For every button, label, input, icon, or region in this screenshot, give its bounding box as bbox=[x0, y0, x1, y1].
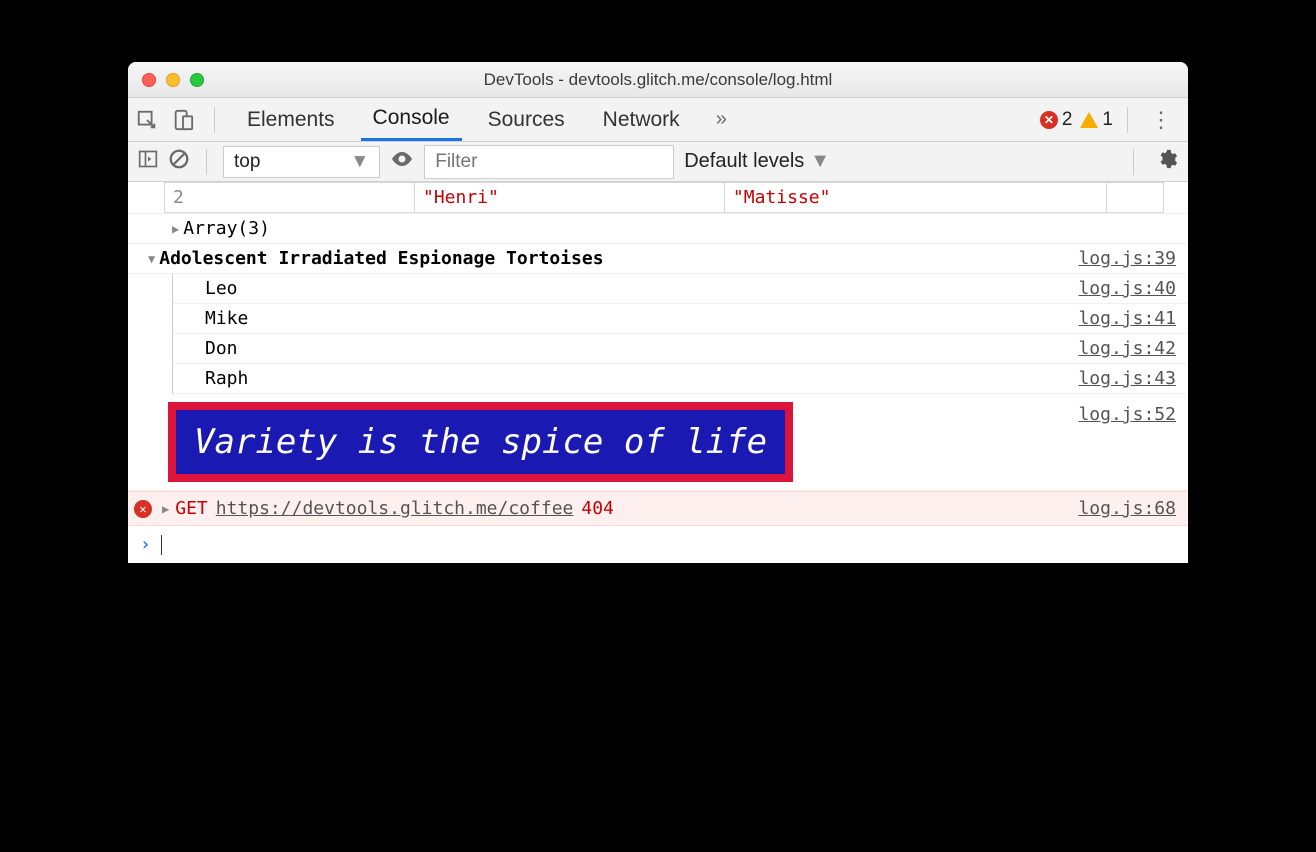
expand-arrow-icon[interactable] bbox=[172, 222, 179, 236]
console-toolbar: top ▼ Default levels ▼ bbox=[128, 142, 1188, 182]
log-text: Mike bbox=[205, 308, 248, 329]
log-entry[interactable]: Leo log.js:40 bbox=[173, 274, 1188, 304]
array-label: Array(3) bbox=[183, 218, 270, 239]
log-entry[interactable]: Raph log.js:43 bbox=[173, 364, 1188, 394]
expand-arrow-icon[interactable]: ▶ bbox=[162, 502, 169, 516]
http-method: GET bbox=[175, 498, 208, 519]
error-log-entry[interactable]: ✕ ▶ GET https://devtools.glitch.me/coffe… bbox=[128, 491, 1188, 526]
warning-count-badge[interactable]: 1 bbox=[1080, 109, 1113, 131]
http-status: 404 bbox=[581, 498, 614, 519]
context-select[interactable]: top ▼ bbox=[223, 146, 380, 178]
filter-input[interactable] bbox=[424, 145, 674, 179]
levels-label: Default levels bbox=[684, 150, 804, 173]
console-prompt[interactable]: › bbox=[128, 526, 1188, 563]
source-link[interactable]: log.js:40 bbox=[1078, 278, 1176, 299]
console-group[interactable]: Adolescent Irradiated Espionage Tortoise… bbox=[128, 244, 1188, 274]
more-tabs-icon[interactable]: » bbox=[706, 108, 737, 131]
divider bbox=[1127, 107, 1128, 133]
table-cell bbox=[1107, 183, 1164, 213]
source-link[interactable]: log.js:39 bbox=[1078, 248, 1176, 269]
inspect-icon[interactable] bbox=[136, 109, 158, 131]
group-title: Adolescent Irradiated Espionage Tortoise… bbox=[159, 248, 603, 269]
log-text: Raph bbox=[205, 368, 248, 389]
error-count: 2 bbox=[1062, 109, 1073, 131]
context-value: top bbox=[234, 151, 260, 173]
array-log[interactable]: Array(3) bbox=[128, 214, 1188, 244]
titlebar: DevTools - devtools.glitch.me/console/lo… bbox=[128, 62, 1188, 98]
divider bbox=[214, 107, 215, 133]
source-link[interactable]: log.js:42 bbox=[1078, 338, 1176, 359]
chevron-down-icon: ▼ bbox=[810, 150, 830, 173]
log-entry[interactable]: Mike log.js:41 bbox=[173, 304, 1188, 334]
tab-elements[interactable]: Elements bbox=[235, 100, 347, 140]
clear-console-icon[interactable] bbox=[168, 148, 190, 175]
table-cell: "Matisse" bbox=[724, 183, 1106, 213]
device-toggle-icon[interactable] bbox=[172, 109, 194, 131]
styled-log-text: Variety is the spice of life bbox=[168, 402, 793, 482]
tab-console[interactable]: Console bbox=[361, 98, 462, 141]
live-expression-icon[interactable] bbox=[390, 147, 414, 176]
tabs-bar: Elements Console Sources Network » ✕ 2 1… bbox=[128, 98, 1188, 142]
log-text: Don bbox=[205, 338, 238, 359]
styled-log-entry[interactable]: Variety is the spice of life log.js:52 bbox=[128, 394, 1188, 491]
sidebar-toggle-icon[interactable] bbox=[138, 149, 158, 174]
divider bbox=[1133, 149, 1134, 175]
kebab-menu-icon[interactable]: ⋮ bbox=[1142, 107, 1180, 133]
error-count-badge[interactable]: ✕ 2 bbox=[1040, 109, 1073, 131]
table-index: 2 bbox=[165, 183, 415, 213]
log-levels-select[interactable]: Default levels ▼ bbox=[684, 150, 830, 173]
log-entry[interactable]: Don log.js:42 bbox=[173, 334, 1188, 364]
error-icon: ✕ bbox=[1040, 111, 1058, 129]
cursor bbox=[161, 535, 162, 555]
tab-sources[interactable]: Sources bbox=[476, 100, 577, 140]
error-icon: ✕ bbox=[134, 500, 152, 518]
console-table: 2 "Henri" "Matisse" bbox=[164, 182, 1164, 213]
log-text: Leo bbox=[205, 278, 238, 299]
prompt-icon: › bbox=[140, 534, 151, 555]
error-url[interactable]: https://devtools.glitch.me/coffee bbox=[216, 498, 574, 519]
collapse-arrow-icon[interactable] bbox=[148, 252, 155, 266]
source-link[interactable]: log.js:68 bbox=[1078, 498, 1176, 519]
source-link[interactable]: log.js:52 bbox=[1078, 404, 1176, 425]
warning-icon bbox=[1080, 112, 1098, 128]
source-link[interactable]: log.js:43 bbox=[1078, 368, 1176, 389]
console-content: 2 "Henri" "Matisse" Array(3) Adolescent … bbox=[128, 182, 1188, 563]
table-row[interactable]: 2 "Henri" "Matisse" bbox=[165, 183, 1164, 213]
tab-network[interactable]: Network bbox=[591, 100, 692, 140]
warning-count: 1 bbox=[1102, 109, 1113, 131]
window-title: DevTools - devtools.glitch.me/console/lo… bbox=[128, 70, 1188, 90]
chevron-down-icon: ▼ bbox=[350, 151, 369, 173]
divider bbox=[206, 149, 207, 175]
devtools-window: DevTools - devtools.glitch.me/console/lo… bbox=[128, 62, 1188, 563]
source-link[interactable]: log.js:41 bbox=[1078, 308, 1176, 329]
group-children: Leo log.js:40 Mike log.js:41 Don log.js:… bbox=[172, 274, 1188, 394]
table-cell: "Henri" bbox=[415, 183, 725, 213]
settings-icon[interactable] bbox=[1156, 148, 1178, 175]
